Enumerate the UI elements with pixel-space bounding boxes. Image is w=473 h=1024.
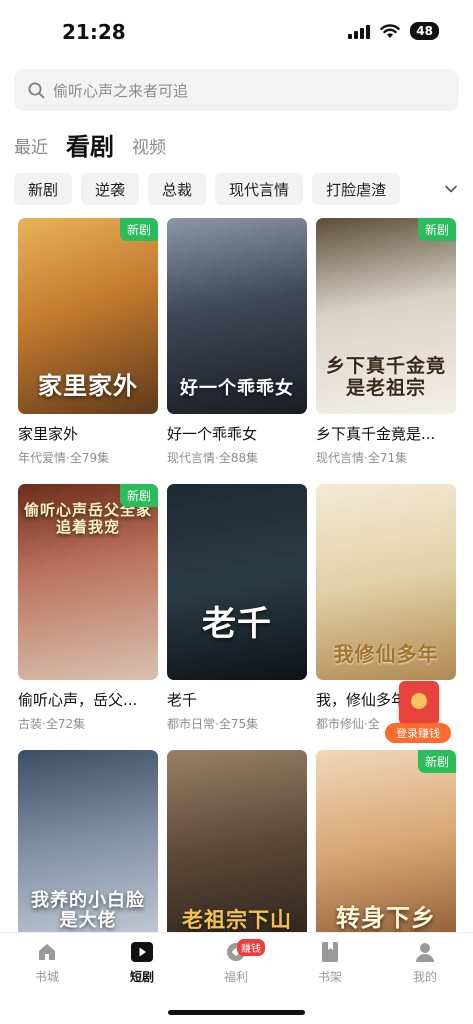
genre-chip-comeback[interactable]: 逆袭 <box>81 173 140 205</box>
channel-tabs: 最近 看剧 视频 <box>14 124 166 164</box>
play-icon <box>131 942 153 962</box>
drama-meta: 现代言情·全71集 <box>316 451 408 465</box>
drama-poster: 偷听心声岳父全家追着我宠 新剧 <box>18 484 158 680</box>
poster-title-art: 家里家外 <box>38 371 138 401</box>
genre-chip-modern-romance[interactable]: 现代言情 <box>215 173 304 205</box>
poster-title-art: 我修仙多年 <box>333 642 439 666</box>
drama-poster: 我养的小白脸是大佬 <box>18 750 158 946</box>
genre-filter-row: 新剧 逆袭 总裁 现代言情 打脸虐渣 <box>14 173 473 205</box>
drama-title: 好一个乖乖女 <box>167 425 258 443</box>
signal-icon <box>348 23 371 39</box>
drama-meta: 年代爱情·全79集 <box>18 451 110 465</box>
poster-title-art: 我养的小白脸是大佬 <box>31 889 145 932</box>
login-reward-float[interactable]: 登录赚钱 <box>385 681 451 743</box>
genre-chip-ceo[interactable]: 总裁 <box>148 173 207 205</box>
drama-title: 老千 <box>167 691 198 709</box>
tab-video[interactable]: 视频 <box>132 133 166 164</box>
poster-title-art: 老千 <box>202 603 272 644</box>
drama-grid: 家里家外 新剧 家里家外 年代爱情·全79集 好一个乖乖女 好一个乖乖女 现代言… <box>18 218 458 1016</box>
nav-item-bookstore[interactable]: 书城 <box>17 941 77 985</box>
nav-item-welfare[interactable]: 赚钱 福利 <box>206 939 266 985</box>
poster-title-art: 乡下真千金竟是老祖宗 <box>325 355 446 400</box>
drama-poster: 我修仙多年 <box>316 484 456 680</box>
drama-title: 偷听心声，岳父... <box>18 691 138 709</box>
search-input[interactable]: 偷听心声之来者可追 <box>14 69 459 111</box>
drama-meta: 都市日常·全75集 <box>167 717 259 731</box>
nav-item-short-drama[interactable]: 短剧 <box>112 941 172 985</box>
new-badge: 新剧 <box>119 484 158 507</box>
poster-title-art: 好一个乖乖女 <box>180 378 294 400</box>
drama-card[interactable]: 老千 老千 都市日常·全75集 <box>167 484 307 750</box>
drama-meta: 古装·全72集 <box>18 717 86 731</box>
poster-title-art: 老祖宗下山 <box>182 906 292 932</box>
chevron-down-icon <box>445 185 457 193</box>
tab-drama[interactable]: 看剧 <box>66 127 114 164</box>
tab-recent[interactable]: 最近 <box>14 133 48 164</box>
status-icons: 48 <box>348 22 439 40</box>
earn-badge: 赚钱 <box>237 939 265 956</box>
drama-title: 乡下真千金竟是... <box>316 425 436 443</box>
nav-item-bookshelf[interactable]: 书架 <box>300 941 360 985</box>
nav-label: 书城 <box>34 970 59 984</box>
home-indicator <box>168 1010 305 1015</box>
genre-chip-new[interactable]: 新剧 <box>14 173 73 205</box>
drama-card[interactable]: 偷听心声岳父全家追着我宠 新剧 偷听心声，岳父... 古装·全72集 <box>18 484 158 750</box>
drama-poster: 好一个乖乖女 <box>167 218 307 414</box>
red-envelope-icon <box>399 681 439 725</box>
drama-card[interactable]: 好一个乖乖女 好一个乖乖女 现代言情·全88集 <box>167 218 307 484</box>
status-time: 21:28 <box>62 20 126 44</box>
drama-poster: 乡下真千金竟是老祖宗 新剧 <box>316 218 456 414</box>
drama-poster: 老祖宗下山 <box>167 750 307 946</box>
search-placeholder: 偷听心声之来者可追 <box>53 81 189 100</box>
wifi-icon <box>380 23 400 38</box>
drama-poster: 家里家外 新剧 <box>18 218 158 414</box>
search-icon <box>28 82 45 98</box>
poster-title-art: 偷听心声岳父全家追着我宠 <box>23 501 152 537</box>
drama-title: 家里家外 <box>18 425 79 443</box>
home-icon <box>39 944 55 960</box>
genre-chip-revenge[interactable]: 打脸虐渣 <box>312 173 401 205</box>
drama-poster: 老千 <box>167 484 307 680</box>
nav-label: 福利 <box>223 970 248 984</box>
drama-poster: 转身下乡 新剧 <box>316 750 456 946</box>
profile-icon <box>416 943 434 962</box>
drama-card[interactable]: 家里家外 新剧 家里家外 年代爱情·全79集 <box>18 218 158 484</box>
bookshelf-icon <box>322 942 338 962</box>
nav-label: 书架 <box>317 970 342 984</box>
new-badge: 新剧 <box>417 218 456 241</box>
nav-label: 我的 <box>412 970 437 984</box>
expand-genres-button[interactable] <box>419 173 473 205</box>
nav-label: 短剧 <box>129 970 154 984</box>
poster-title-art: 转身下乡 <box>336 903 436 933</box>
reward-label: 登录赚钱 <box>385 723 451 743</box>
status-bar: 21:28 48 <box>0 0 473 62</box>
drama-meta: 现代言情·全88集 <box>167 451 259 465</box>
new-badge: 新剧 <box>119 218 158 241</box>
battery-indicator: 48 <box>410 22 439 40</box>
new-badge: 新剧 <box>417 750 456 773</box>
nav-item-profile[interactable]: 我的 <box>395 941 455 985</box>
drama-card[interactable]: 乡下真千金竟是老祖宗 新剧 乡下真千金竟是... 现代言情·全71集 <box>316 218 456 484</box>
